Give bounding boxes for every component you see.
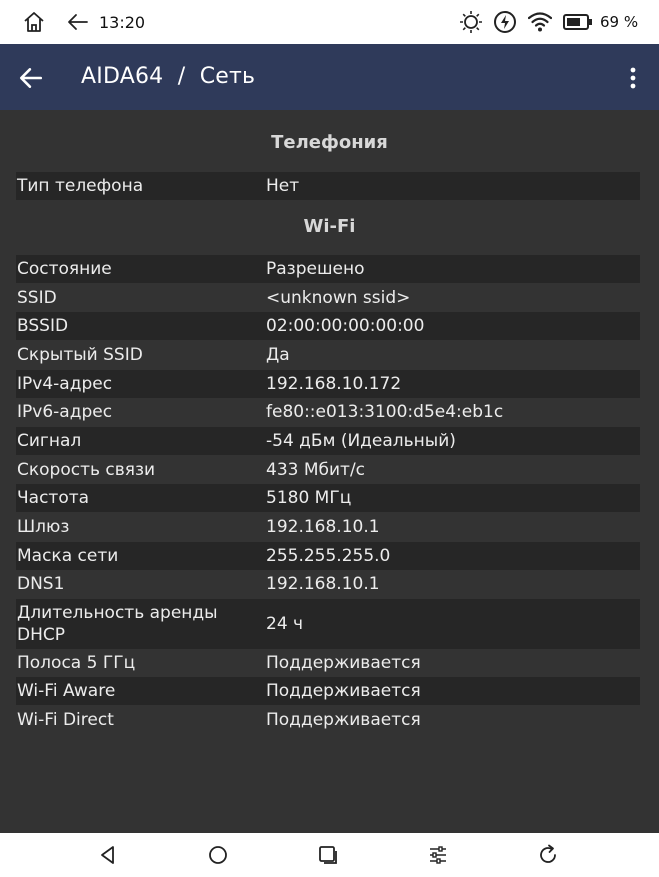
row-value: <unknown ssid> (266, 288, 411, 308)
row-value: 192.168.10.1 (266, 574, 380, 594)
info-row: Длительность аренды DHCP 24 ч (16, 599, 640, 649)
info-row: Состояние Разрешено (16, 255, 640, 283)
row-value: Да (266, 345, 290, 365)
nav-recents-icon[interactable] (316, 843, 340, 867)
section-title-telephony: Телефония (271, 132, 388, 153)
info-row: IPv6-адрес fe80::e013:3100:d5e4:eb1c (16, 398, 640, 426)
status-bar: 13:20 69 % (0, 0, 659, 44)
navigation-bar (0, 833, 659, 877)
row-value: -54 дБм (Идеальный) (266, 431, 456, 451)
info-row: IPv4-адрес 192.168.10.172 (16, 370, 640, 398)
status-time: 13:20 (99, 13, 146, 32)
row-value: Разрешено (266, 259, 365, 279)
section-title-wifi: Wi-Fi (303, 216, 356, 237)
row-label: IPv4-адрес (17, 374, 113, 394)
row-value: 24 ч (266, 614, 304, 634)
row-label: SSID (17, 288, 57, 308)
sync-icon (494, 11, 516, 33)
info-row: SSID <unknown ssid> (16, 284, 640, 312)
row-value: 192.168.10.172 (266, 374, 402, 394)
row-value: fe80::e013:3100:d5e4:eb1c (266, 402, 504, 422)
info-row: Шлюз 192.168.10.1 (16, 513, 640, 541)
info-row: Скорость связи 433 Мбит/с (16, 456, 640, 484)
row-label: Сигнал (17, 431, 82, 451)
row-label: Wi-Fi Direct (17, 710, 114, 730)
row-label: Маска сети (17, 546, 119, 566)
row-label: Длительность аренды DHCP (17, 603, 218, 645)
row-value: Поддерживается (266, 710, 421, 730)
info-row: Полоса 5 ГГц Поддерживается (16, 649, 640, 677)
info-row: Wi-Fi Direct Поддерживается (16, 706, 640, 734)
info-row: Маска сети 255.255.255.0 (16, 542, 640, 570)
nav-settings-icon[interactable] (426, 843, 450, 867)
brightness-icon (460, 11, 482, 33)
info-row: Тип телефона Нет (16, 172, 640, 200)
row-label: DNS1 (17, 574, 65, 594)
row-label: BSSID (17, 316, 69, 336)
nav-back-icon[interactable] (96, 843, 120, 867)
battery-percent: 69 % (600, 13, 639, 31)
row-label: Шлюз (17, 517, 70, 537)
info-row: DNS1 192.168.10.1 (16, 570, 640, 598)
row-value: 433 Мбит/с (266, 460, 366, 480)
info-row: BSSID 02:00:00:00:00:00 (16, 312, 640, 340)
row-value: Поддерживается (266, 653, 421, 673)
row-value: Нет (266, 176, 300, 196)
row-label: Частота (17, 488, 90, 508)
info-row: Скрытый SSID Да (16, 341, 640, 369)
back-arrow-icon[interactable] (66, 10, 90, 34)
nav-refresh-icon[interactable] (536, 843, 560, 867)
info-row: Wi-Fi Aware Поддерживается (16, 677, 640, 705)
row-value: 02:00:00:00:00:00 (266, 316, 425, 336)
page-title: AIDA64 / Сеть (81, 64, 256, 89)
home-icon[interactable] (22, 10, 46, 34)
row-label: Состояние (17, 259, 112, 279)
row-label: Тип телефона (17, 176, 144, 196)
row-value: 5180 МГц (266, 488, 352, 508)
row-value: Поддерживается (266, 681, 421, 701)
row-value: 255.255.255.0 (266, 546, 391, 566)
row-label: Скорость связи (17, 460, 156, 480)
back-arrow-icon[interactable] (18, 65, 44, 91)
more-vert-icon[interactable] (625, 65, 641, 91)
row-label: Скрытый SSID (17, 345, 143, 365)
wifi-icon (528, 12, 552, 32)
nav-home-icon[interactable] (206, 843, 230, 867)
battery-icon (563, 14, 592, 30)
row-value: 192.168.10.1 (266, 517, 380, 537)
row-label: Wi-Fi Aware (17, 681, 116, 701)
app-bar: AIDA64 / Сеть (0, 44, 659, 110)
row-label: Полоса 5 ГГц (17, 653, 136, 673)
row-label: IPv6-адрес (17, 402, 113, 422)
info-row: Сигнал -54 дБм (Идеальный) (16, 427, 640, 455)
info-row: Частота 5180 МГц (16, 484, 640, 512)
